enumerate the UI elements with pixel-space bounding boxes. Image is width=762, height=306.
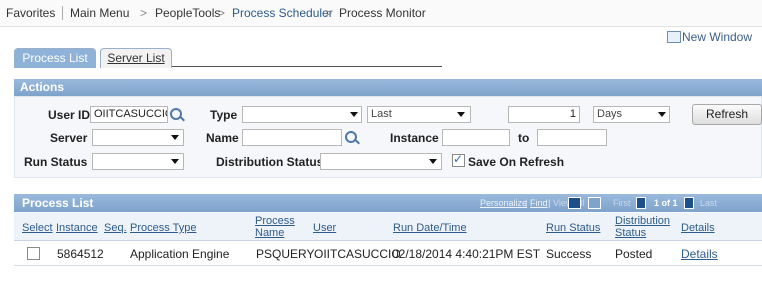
cell-distribution-status: Posted xyxy=(615,247,653,261)
col-details[interactable]: Details xyxy=(681,222,715,234)
col-instance[interactable]: Instance xyxy=(56,222,98,234)
distribution-status-dropdown-caret xyxy=(429,159,437,164)
breadcrumb-separator: > xyxy=(140,6,148,20)
cell-process-name: PSQUERY xyxy=(256,247,315,261)
col-distribution-status[interactable]: Distribution Status xyxy=(615,215,673,239)
row-range: 1 of 1 xyxy=(654,198,678,208)
instance-from-input[interactable] xyxy=(442,129,510,146)
name-input[interactable] xyxy=(242,129,342,146)
distribution-status-select[interactable] xyxy=(320,153,442,170)
save-on-refresh-label: Save On Refresh xyxy=(468,155,565,169)
type-select[interactable] xyxy=(242,106,362,123)
breadcrumb-process-scheduler[interactable]: Process Scheduler xyxy=(232,6,333,20)
cell-run-status: Success xyxy=(546,247,592,261)
save-on-refresh-checkbox[interactable] xyxy=(452,152,465,167)
last-select[interactable]: Last xyxy=(367,106,471,123)
tab-process-list[interactable]: Process List xyxy=(14,48,96,68)
details-link[interactable]: Details xyxy=(681,247,718,261)
instance-to-input[interactable] xyxy=(537,129,607,146)
to-label: to xyxy=(518,131,530,145)
breadcrumb-main-menu[interactable]: Main Menu xyxy=(70,6,129,20)
cell-user: OIITCASUCCIO xyxy=(314,247,401,261)
last-dropdown-caret xyxy=(457,112,465,117)
distribution-status-label: Distribution Status xyxy=(216,155,324,169)
user-id-lookup-icon[interactable] xyxy=(170,108,182,120)
col-process-name[interactable]: Process Name xyxy=(255,215,295,239)
breadcrumb-process-monitor[interactable]: Process Monitor xyxy=(339,6,426,20)
new-window-icon[interactable] xyxy=(667,31,681,43)
col-process-type[interactable]: Process Type xyxy=(130,222,196,234)
zoom-grid-icon[interactable] xyxy=(568,197,581,209)
server-dropdown-caret xyxy=(171,135,179,140)
find-link[interactable]: Find xyxy=(530,198,548,208)
next-icon[interactable] xyxy=(684,197,694,209)
type-dropdown-caret xyxy=(350,112,358,117)
units-dropdown-caret xyxy=(658,112,666,117)
run-status-label: Run Status xyxy=(24,155,88,169)
cell-run-date-time: 02/18/2014 4:40:21PM EST xyxy=(392,247,541,261)
download-grid-icon[interactable] xyxy=(588,197,601,209)
run-status-dropdown-caret xyxy=(171,159,179,164)
first-link[interactable]: First xyxy=(613,198,631,208)
new-window-link[interactable]: New Window xyxy=(682,30,752,44)
col-run-status[interactable]: Run Status xyxy=(546,222,600,234)
tab-underline xyxy=(172,66,442,67)
row-select-checkbox[interactable] xyxy=(27,247,40,260)
tab-server-list[interactable]: Server List xyxy=(100,48,172,68)
refresh-button[interactable]: Refresh xyxy=(692,104,762,125)
breadcrumb-separator: > xyxy=(325,6,333,20)
name-label: Name xyxy=(206,131,239,145)
col-seq[interactable]: Seq. xyxy=(104,222,127,234)
breadcrumb-separator: > xyxy=(218,6,226,20)
process-list-title: Process List xyxy=(22,196,94,210)
col-user[interactable]: User xyxy=(313,222,336,234)
user-id-input[interactable]: OIITCASUCCIO xyxy=(90,106,168,123)
previous-icon[interactable] xyxy=(636,197,646,209)
server-label: Server xyxy=(50,131,88,145)
breadcrumb-peopletools[interactable]: PeopleTools xyxy=(155,6,220,20)
nav-divider: | xyxy=(548,198,551,208)
cell-process-type: Application Engine xyxy=(130,247,230,261)
actions-header: Actions xyxy=(14,79,762,96)
personalize-link[interactable]: Personalize xyxy=(480,198,527,208)
process-list-header xyxy=(14,194,762,212)
col-select[interactable]: Select xyxy=(22,222,53,234)
nav-divider: | xyxy=(525,198,528,208)
user-id-label: User ID xyxy=(48,108,91,122)
name-lookup-icon[interactable] xyxy=(345,131,357,143)
instance-label: Instance xyxy=(390,131,439,145)
breadcrumb-favorites[interactable]: Favorites xyxy=(6,6,55,20)
col-run-date-time[interactable]: Run Date/Time xyxy=(393,222,467,234)
cell-instance: 5864512 xyxy=(57,247,104,261)
type-label: Type xyxy=(210,108,238,122)
last-link[interactable]: Last xyxy=(700,198,717,208)
last-count-input[interactable]: 1 xyxy=(508,106,580,123)
breadcrumb-divider xyxy=(62,6,63,20)
